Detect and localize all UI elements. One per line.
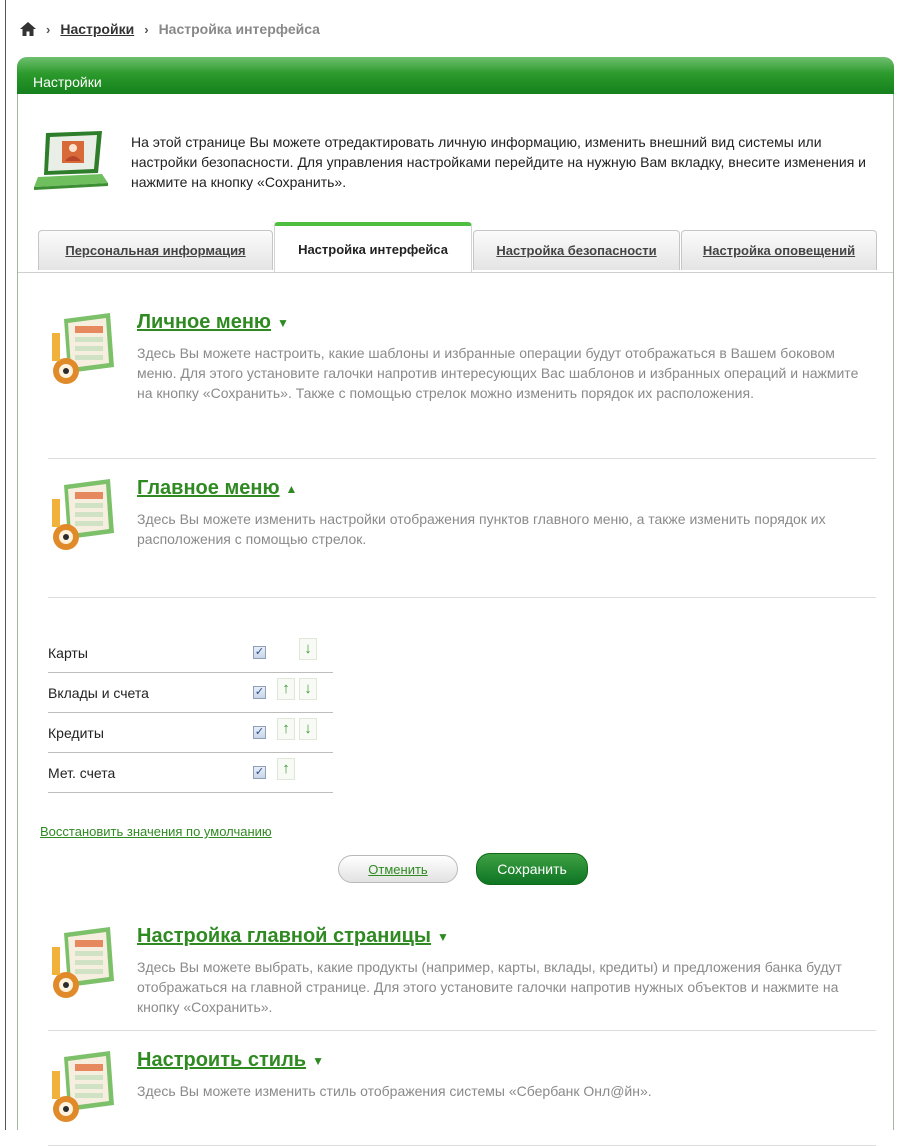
home-icon[interactable] — [20, 22, 36, 36]
section-description: Здесь Вы можете настроить, какие шаблоны… — [137, 345, 859, 401]
move-up-icon[interactable]: ↑ — [277, 678, 295, 700]
settings-page-icon — [48, 925, 128, 1008]
settings-page-icon — [48, 311, 128, 394]
laptop-user-icon — [32, 129, 112, 194]
section-main-menu: Главное меню ▲ Здесь Вы можете изменить н… — [48, 477, 876, 598]
settings-page-icon — [48, 1049, 128, 1132]
settings-panel: Настройки На этой странице Вы можете отр… — [17, 57, 894, 1146]
section-title-main-menu[interactable]: Главное меню ▲ — [137, 477, 297, 500]
section-personal-menu: Личное меню ▼ Здесь Вы можете настроить, … — [48, 311, 876, 461]
breadcrumb-separator: › — [46, 21, 51, 37]
section-divider — [48, 1030, 876, 1031]
move-up-icon[interactable]: ↑ — [277, 718, 295, 740]
table-row: Мет. счета ✓ ↑ — [48, 753, 333, 793]
section-divider — [48, 597, 876, 598]
menu-item-label: Мет. счета — [48, 764, 116, 781]
settings-page-icon — [48, 477, 128, 560]
tab-security-settings[interactable]: Настройка безопасности — [473, 230, 680, 270]
tab-content: Личное меню ▼ Здесь Вы можете настроить, … — [18, 272, 893, 1146]
page-left-border — [5, 0, 6, 1130]
move-down-icon[interactable]: ↓ — [299, 638, 317, 660]
tab-notification-settings[interactable]: Настройка оповещений — [681, 230, 877, 270]
section-divider — [48, 458, 876, 459]
move-down-icon[interactable]: ↓ — [299, 718, 317, 740]
section-title-personal-menu[interactable]: Личное меню ▼ — [137, 311, 289, 334]
intro-text: На этой странице Вы можете отредактирова… — [131, 134, 867, 190]
move-up-icon[interactable]: ↑ — [277, 758, 295, 780]
chevron-down-icon[interactable]: ▼ — [277, 316, 289, 330]
menu-item-label: Кредиты — [48, 724, 104, 741]
table-row: Карты ✓ ↓ — [48, 633, 333, 673]
chevron-down-icon[interactable]: ▼ — [312, 1054, 324, 1068]
main-menu-table: Карты ✓ ↓ Вклады и счета ✓ ↑ ↓ Кредиты ✓… — [48, 633, 333, 793]
tab-interface-settings[interactable]: Настройка интерфейса — [274, 222, 472, 272]
table-row: Кредиты ✓ ↑ ↓ — [48, 713, 333, 753]
breadcrumb-separator: › — [144, 21, 149, 37]
section-home-page-settings: Настройка главной страницы ▼ Здесь Вы мож… — [48, 925, 876, 1035]
breadcrumb-link-settings[interactable]: Настройки — [60, 21, 134, 37]
section-description: Здесь Вы можете изменить настройки отобр… — [137, 511, 826, 547]
table-row: Вклады и счета ✓ ↑ ↓ — [48, 673, 333, 713]
menu-item-label: Карты — [48, 644, 88, 661]
chevron-up-icon[interactable]: ▲ — [286, 482, 298, 496]
menu-item-checkbox[interactable]: ✓ — [253, 646, 266, 659]
restore-defaults-link[interactable]: Восстановить значения по умолчанию — [40, 824, 272, 839]
section-description: Здесь Вы можете изменить стиль отображен… — [137, 1083, 652, 1099]
chevron-down-icon[interactable]: ▼ — [437, 930, 449, 944]
menu-item-checkbox[interactable]: ✓ — [253, 686, 266, 699]
cancel-button[interactable]: Отменить — [338, 855, 458, 883]
menu-item-checkbox[interactable]: ✓ — [253, 726, 266, 739]
panel-header: Настройки — [17, 57, 894, 94]
save-button[interactable]: Сохранить — [476, 853, 588, 885]
section-style-settings: Настроить стиль ▼ Здесь Вы можете изменит… — [48, 1049, 876, 1139]
section-title-style-settings[interactable]: Настроить стиль ▼ — [137, 1049, 324, 1072]
section-title-home-page-settings[interactable]: Настройка главной страницы ▼ — [137, 925, 449, 948]
section-description: Здесь Вы можете выбрать, какие продукты … — [137, 959, 842, 1015]
breadcrumb-current: Настройка интерфейса — [158, 21, 320, 37]
menu-item-label: Вклады и счета — [48, 684, 149, 701]
breadcrumb: › Настройки › Настройка интерфейса — [20, 17, 320, 41]
move-down-icon[interactable]: ↓ — [299, 678, 317, 700]
tab-personal-info[interactable]: Персональная информация — [38, 230, 273, 270]
menu-item-checkbox[interactable]: ✓ — [253, 766, 266, 779]
